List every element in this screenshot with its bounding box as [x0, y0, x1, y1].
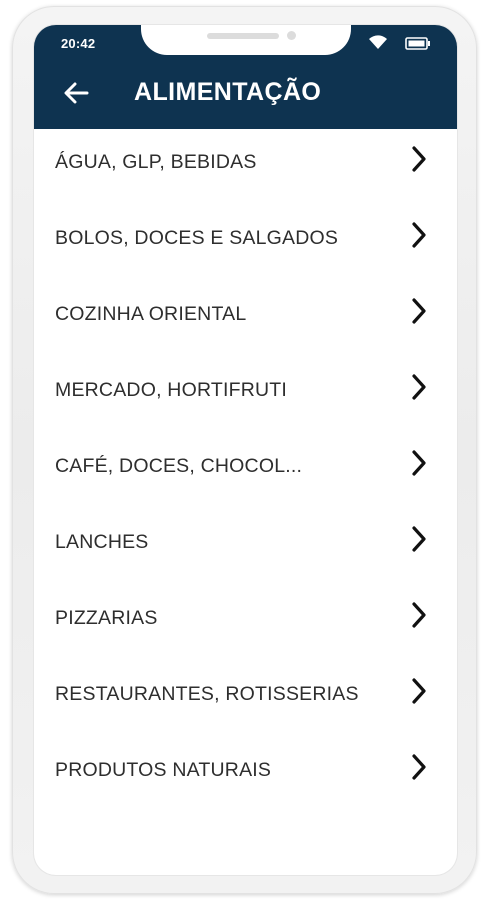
category-label: PIZZARIAS: [55, 607, 158, 629]
category-item-cafe-doces-chocolates[interactable]: CAFÉ, DOCES, CHOCOL...: [34, 433, 457, 509]
category-item-pizzarias[interactable]: PIZZARIAS: [34, 585, 457, 661]
category-label: MERCADO, HORTIFRUTI: [55, 379, 288, 401]
chevron-right-icon: [412, 222, 426, 248]
category-label: COZINHA ORIENTAL: [55, 303, 247, 325]
category-item-agua-glp-bebidas[interactable]: ÁGUA, GLP, BEBIDAS: [34, 129, 457, 205]
app-header: 20:42 ALIMENTAÇÃO: [34, 25, 457, 129]
category-label: BOLOS, DOCES E SALGADOS: [55, 227, 339, 249]
battery-icon: [405, 37, 430, 50]
page-title: ALIMENTAÇÃO: [134, 78, 322, 106]
chevron-right-icon: [412, 298, 426, 324]
category-item-lanches[interactable]: LANCHES: [34, 509, 457, 585]
chevron-right-icon: [412, 526, 426, 552]
status-time: 20:42: [61, 36, 96, 51]
category-item-cozinha-oriental[interactable]: COZINHA ORIENTAL: [34, 281, 457, 357]
category-label: ÁGUA, GLP, BEBIDAS: [55, 151, 257, 173]
phone-screen: 20:42 ALIMENTAÇÃO ÁGUA, GLP, BEBIDAS BOL…: [34, 25, 457, 875]
category-item-mercado-hortifruti[interactable]: MERCADO, HORTIFRUTI: [34, 357, 457, 433]
chevron-right-icon: [412, 374, 426, 400]
back-button[interactable]: [56, 75, 96, 111]
chevron-right-icon: [412, 602, 426, 628]
category-item-bolos-doces-salgados[interactable]: BOLOS, DOCES E SALGADOS: [34, 205, 457, 281]
category-list: ÁGUA, GLP, BEBIDAS BOLOS, DOCES E SALGAD…: [34, 129, 457, 813]
category-item-produtos-naturais[interactable]: PRODUTOS NATURAIS: [34, 737, 457, 813]
chevron-right-icon: [412, 754, 426, 780]
chevron-right-icon: [412, 146, 426, 172]
chevron-right-icon: [412, 678, 426, 704]
front-camera: [287, 31, 296, 40]
category-item-restaurantes-rotisserias[interactable]: RESTAURANTES, ROTISSERIAS: [34, 661, 457, 737]
speaker-grille: [207, 33, 279, 39]
category-label: LANCHES: [55, 531, 149, 553]
category-label: PRODUTOS NATURAIS: [55, 759, 272, 781]
wifi-icon: [369, 35, 387, 49]
chevron-right-icon: [412, 450, 426, 476]
arrow-left-icon: [64, 82, 89, 104]
category-label: CAFÉ, DOCES, CHOCOL...: [55, 455, 303, 477]
phone-notch: [141, 25, 351, 55]
category-label: RESTAURANTES, ROTISSERIAS: [55, 683, 359, 705]
